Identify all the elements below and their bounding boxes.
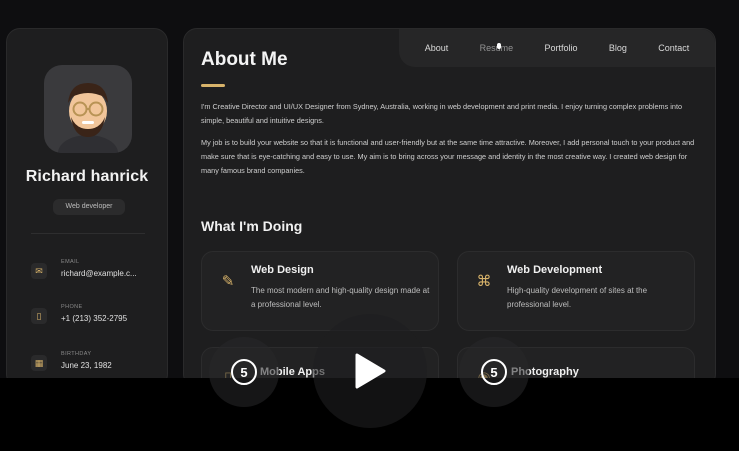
page-title: About Me — [201, 49, 288, 70]
forward-icon: 5 — [481, 359, 507, 385]
role-badge: Web developer — [53, 199, 125, 215]
avatar — [44, 65, 132, 153]
main-content: About Resume Portfolio Blog Contact Abou… — [183, 28, 716, 378]
code-icon: ⌘ — [476, 273, 492, 290]
contact-label: Email — [61, 259, 80, 265]
forward-button[interactable]: 5 — [459, 337, 529, 407]
play-button[interactable] — [313, 314, 427, 428]
nav-about[interactable]: About — [425, 43, 449, 53]
divider — [31, 233, 145, 234]
service-desc: The most modern and high-quality design … — [251, 286, 430, 309]
calendar-icon: ▦ — [31, 355, 47, 371]
mouse-cursor — [497, 43, 501, 49]
about-paragraph-1: I'm Creative Director and UI/UX Designer… — [201, 102, 683, 125]
sidebar: Richard hanrick Web developer ✉ Email ri… — [6, 28, 168, 378]
nav-contact[interactable]: Contact — [658, 43, 689, 53]
section-title: What I'm Doing — [201, 218, 303, 234]
service-card-web-development: ⌘ Web Development High-quality developme… — [457, 251, 695, 331]
service-card-web-design: ✎ Web Design The most modern and high-qu… — [201, 251, 439, 331]
play-icon — [355, 353, 386, 389]
title-underline — [201, 84, 225, 87]
contact-label: Phone — [61, 304, 83, 310]
design-icon: ✎ — [221, 273, 235, 290]
contact-email: ✉ Email richard@example.c... — [31, 259, 161, 289]
service-title: Web Design — [251, 264, 314, 276]
rewind-icon: 5 — [231, 359, 257, 385]
about-paragraph-2: My job is to build your website so that … — [201, 138, 695, 175]
contact-birthday: ▦ Birthday June 23, 1982 — [31, 351, 161, 378]
navbar: About Resume Portfolio Blog Contact — [399, 29, 715, 67]
email-link[interactable]: richard@example.c... — [61, 269, 159, 278]
phone-link[interactable]: +1 (213) 352-2795 — [61, 314, 159, 323]
nav-portfolio[interactable]: Portfolio — [544, 43, 577, 53]
profile-name: Richard hanrick — [25, 168, 149, 185]
birthday-value: June 23, 1982 — [61, 361, 112, 370]
mail-icon: ✉ — [31, 263, 47, 279]
contact-phone: ▯ Phone +1 (213) 352-2795 — [31, 304, 161, 334]
phone-icon: ▯ — [31, 308, 47, 324]
service-desc: High-quality development of sites at the… — [507, 286, 648, 309]
contact-label: Birthday — [61, 351, 92, 357]
nav-blog[interactable]: Blog — [609, 43, 627, 53]
service-title: Web Development — [507, 264, 603, 276]
rewind-button[interactable]: 5 — [209, 337, 279, 407]
